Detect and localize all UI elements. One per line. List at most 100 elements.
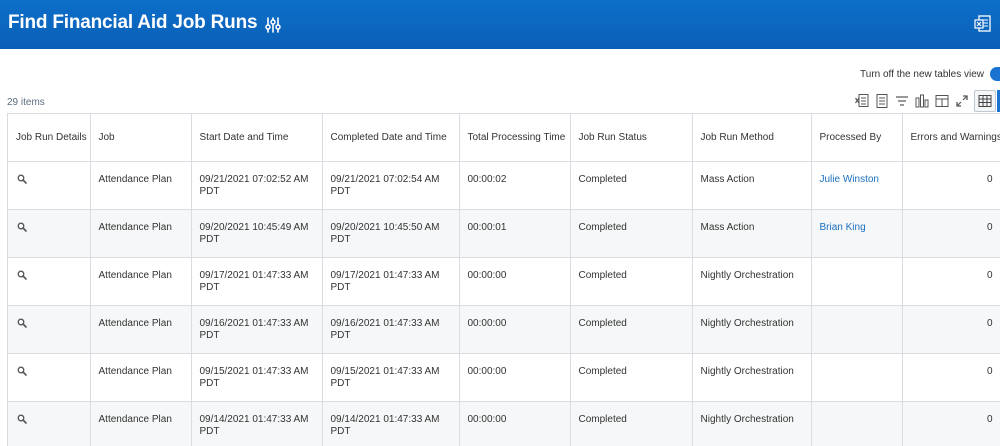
- column-header[interactable]: Processed By: [811, 114, 903, 162]
- completed-date-text: 09/20/2021 10:45:50 AM: [330, 221, 440, 233]
- job-run-details-cell: [8, 353, 91, 402]
- errors-warnings-cell: 0: [902, 401, 1000, 446]
- completed-date-cell: 09/16/2021 01:47:33 AM PDT: [322, 305, 460, 354]
- start-timezone: PDT: [199, 329, 220, 341]
- errors-warnings-cell: 0: [902, 305, 1000, 354]
- completed-date-text: 09/15/2021 01:47:33 AM: [330, 365, 440, 377]
- magnifier-icon[interactable]: [17, 366, 27, 376]
- magnifier-icon[interactable]: [17, 318, 27, 328]
- job-run-details-cell: [8, 257, 91, 306]
- method-cell: Nightly Orchestration: [692, 353, 812, 402]
- processing-time-cell: 00:00:00: [459, 305, 571, 354]
- toggle-label: Turn off the new tables view: [860, 68, 984, 80]
- start-date-text: 09/15/2021 01:47:33 AM: [199, 365, 309, 377]
- completed-date-text: 09/14/2021 01:47:33 AM: [330, 413, 440, 425]
- chart-icon[interactable]: [912, 91, 932, 111]
- completed-date-cell: 09/15/2021 01:47:33 AM PDT: [322, 353, 460, 402]
- completed-timezone: PDT: [330, 377, 351, 389]
- table-toolbar: [852, 90, 1000, 112]
- job-cell: Attendance Plan: [90, 257, 192, 306]
- start-timezone: PDT: [199, 425, 220, 437]
- processed-by-cell: [811, 257, 903, 306]
- start-timezone: PDT: [199, 377, 220, 389]
- errors-warnings-cell: 0: [902, 161, 1000, 210]
- table-row: Attendance Plan 09/16/2021 01:47:33 AM PDT…: [8, 305, 1000, 354]
- start-date-text: 09/14/2021 01:47:33 AM: [199, 413, 309, 425]
- completed-date-cell: 09/21/2021 07:02:54 AM PDT: [322, 161, 460, 210]
- job-cell: Attendance Plan: [90, 161, 192, 210]
- export-excel-icon[interactable]: [973, 14, 993, 34]
- status-cell: Completed: [570, 257, 693, 306]
- table-row: Attendance Plan 09/14/2021 01:47:33 AM PDT…: [8, 401, 1000, 446]
- column-header[interactable]: Job: [90, 114, 192, 162]
- method-cell: Mass Action: [692, 161, 812, 210]
- processed-by-cell: [811, 353, 903, 402]
- processing-time-cell: 00:00:02: [459, 161, 571, 210]
- start-date-cell: 09/21/2021 07:02:52 AM PDT: [191, 161, 323, 210]
- method-cell: Nightly Orchestration: [692, 257, 812, 306]
- status-cell: Completed: [570, 161, 693, 210]
- grid-view-icon[interactable]: [974, 90, 996, 112]
- filter-icon[interactable]: [892, 91, 912, 111]
- start-date-cell: 09/15/2021 01:47:33 AM PDT: [191, 353, 323, 402]
- new-tables-toggle-row: Turn off the new tables view: [860, 66, 1000, 82]
- completed-timezone: PDT: [330, 281, 351, 293]
- fullscreen-icon[interactable]: [952, 91, 972, 111]
- processed-by-cell: Julie Winston: [811, 161, 903, 210]
- processed-by-cell: [811, 305, 903, 354]
- table-row: Attendance Plan 09/20/2021 10:45:49 AM PDT…: [8, 209, 1000, 258]
- completed-timezone: PDT: [330, 185, 351, 197]
- job-run-details-cell: [8, 209, 91, 258]
- table-row: Attendance Plan 09/15/2021 01:47:33 AM PDT…: [8, 353, 1000, 402]
- method-cell: Nightly Orchestration: [692, 305, 812, 354]
- magnifier-icon[interactable]: [17, 222, 27, 232]
- completed-date-text: 09/17/2021 01:47:33 AM: [330, 269, 440, 281]
- new-tables-toggle[interactable]: [990, 67, 1000, 81]
- start-date-cell: 09/20/2021 10:45:49 AM PDT: [191, 209, 323, 258]
- start-date-cell: 09/16/2021 01:47:33 AM PDT: [191, 305, 323, 354]
- job-run-details-cell: [8, 305, 91, 354]
- method-cell: Nightly Orchestration: [692, 401, 812, 446]
- job-run-details-cell: [8, 161, 91, 210]
- job-runs-table: Job Run Details Job Start Date and Time …: [7, 113, 1000, 446]
- errors-warnings-cell: 0: [902, 257, 1000, 306]
- completed-date-cell: 09/20/2021 10:45:50 AM PDT: [322, 209, 460, 258]
- status-cell: Completed: [570, 209, 693, 258]
- sliders-icon[interactable]: [263, 15, 283, 35]
- status-cell: Completed: [570, 401, 693, 446]
- completed-timezone: PDT: [330, 329, 351, 341]
- magnifier-icon[interactable]: [17, 270, 27, 280]
- items-count: 29 items: [7, 97, 45, 108]
- column-header[interactable]: Job Run Status: [570, 114, 693, 162]
- column-header[interactable]: Job Run Method: [692, 114, 812, 162]
- processed-by-cell: Brian King: [811, 209, 903, 258]
- table-row: Attendance Plan 09/21/2021 07:02:52 AM PDT…: [8, 161, 1000, 210]
- processing-time-cell: 00:00:01: [459, 209, 571, 258]
- magnifier-icon[interactable]: [17, 414, 27, 424]
- errors-warnings-cell: 0: [902, 353, 1000, 402]
- column-header[interactable]: Start Date and Time: [191, 114, 323, 162]
- job-cell: Attendance Plan: [90, 305, 192, 354]
- column-header[interactable]: Total Processing Time: [459, 114, 571, 162]
- completed-date-text: 09/16/2021 01:47:33 AM: [330, 317, 440, 329]
- export-to-excel-icon[interactable]: [852, 91, 872, 111]
- start-date-text: 09/16/2021 01:47:33 AM: [199, 317, 309, 329]
- column-header[interactable]: Job Run Details: [8, 114, 91, 162]
- start-date-text: 09/20/2021 10:45:49 AM: [199, 221, 309, 233]
- table-row: Attendance Plan 09/17/2021 01:47:33 AM PDT…: [8, 257, 1000, 306]
- job-cell: Attendance Plan: [90, 209, 192, 258]
- column-layout-icon[interactable]: [932, 91, 952, 111]
- export-pdf-icon[interactable]: [872, 91, 892, 111]
- status-cell: Completed: [570, 353, 693, 402]
- page-title: Find Financial Aid Job Runs: [8, 12, 258, 33]
- processed-by-link[interactable]: Brian King: [820, 222, 866, 233]
- processed-by-link[interactable]: Julie Winston: [820, 174, 879, 185]
- start-date-text: 09/21/2021 07:02:52 AM: [199, 173, 309, 185]
- magnifier-icon[interactable]: [17, 174, 27, 184]
- completed-date-cell: 09/17/2021 01:47:33 AM PDT: [322, 257, 460, 306]
- column-header[interactable]: Errors and Warnings: [902, 114, 1000, 162]
- completed-timezone: PDT: [330, 233, 351, 245]
- errors-warnings-cell: 0: [902, 209, 1000, 258]
- column-header[interactable]: Completed Date and Time: [322, 114, 460, 162]
- start-timezone: PDT: [199, 281, 220, 293]
